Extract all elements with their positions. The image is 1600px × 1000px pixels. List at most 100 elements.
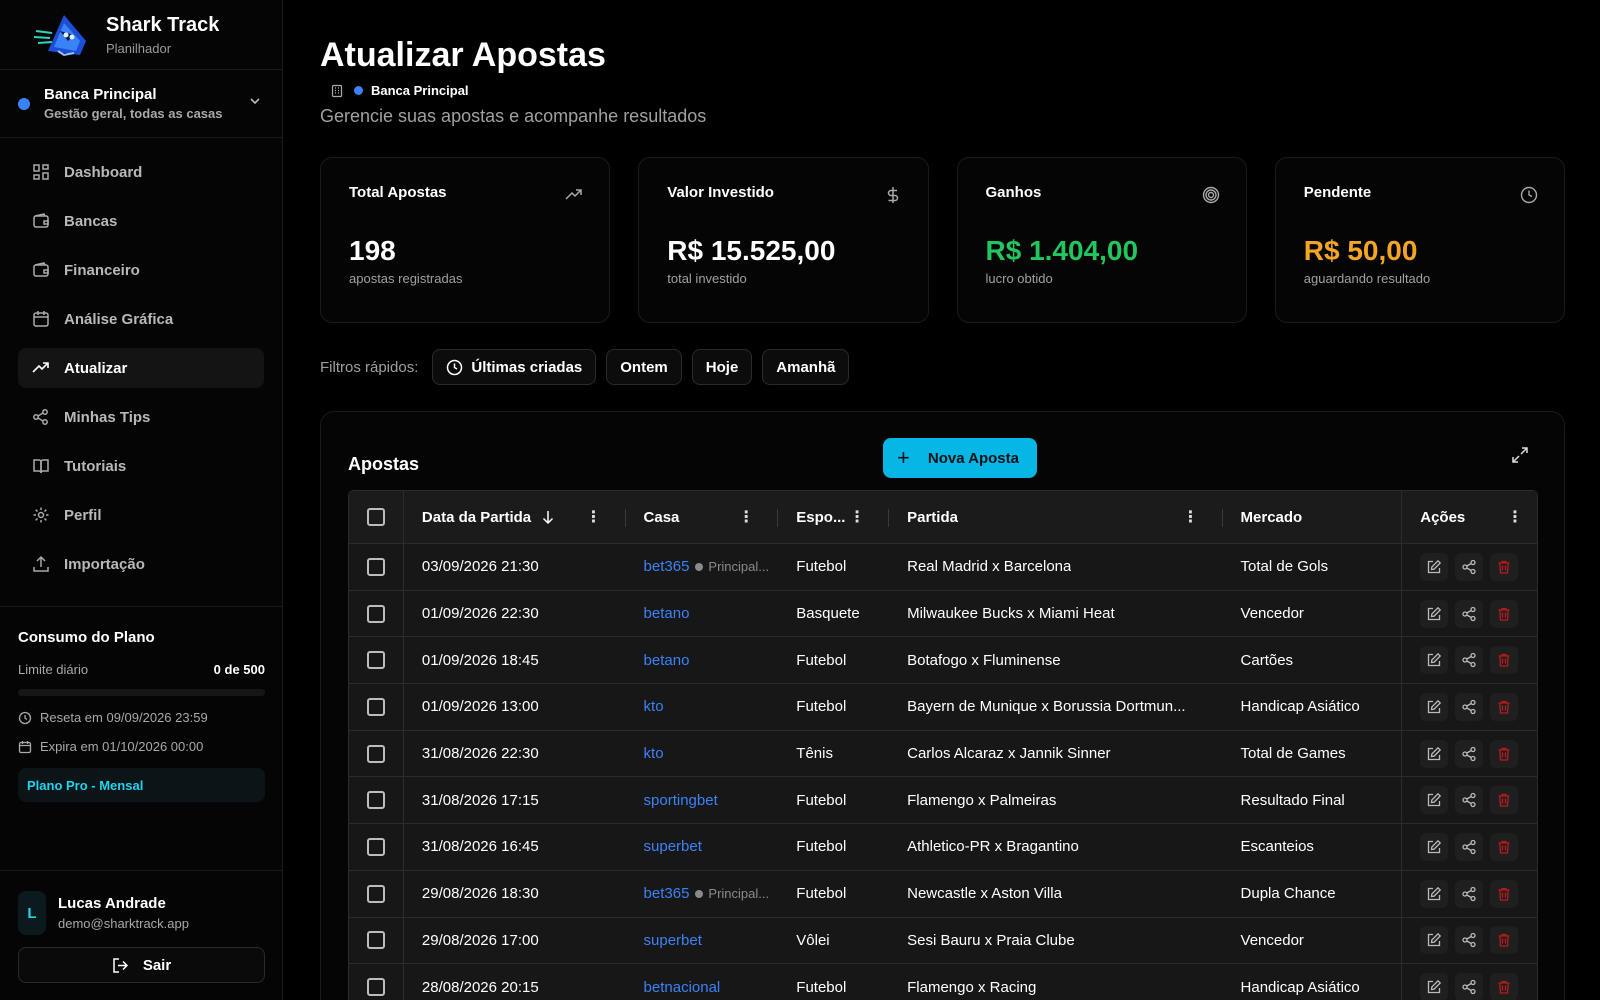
- row-checkbox[interactable]: [366, 744, 385, 763]
- edit-button[interactable]: [1420, 552, 1449, 581]
- edit-button[interactable]: [1420, 692, 1449, 721]
- share-icon: [1462, 933, 1476, 948]
- row-checkbox[interactable]: [366, 931, 385, 950]
- select-all-checkbox[interactable]: [366, 508, 385, 526]
- share-button[interactable]: [1455, 926, 1484, 955]
- table-row[interactable]: 01/09/2026 22:30 betano Basquete Milwauk…: [349, 590, 1537, 638]
- filter-chip-ontem[interactable]: Ontem: [606, 349, 682, 385]
- share-button[interactable]: [1455, 973, 1484, 1000]
- column-menu-icon[interactable]: ⋮: [849, 507, 865, 527]
- new-bet-button[interactable]: + Nova Aposta: [883, 438, 1037, 478]
- row-checkbox[interactable]: [366, 651, 385, 670]
- delete-button[interactable]: [1490, 973, 1519, 1000]
- edit-button[interactable]: [1420, 599, 1449, 628]
- row-checkbox[interactable]: [366, 604, 385, 623]
- row-checkbox[interactable]: [366, 557, 385, 576]
- col-header-esporte[interactable]: Espo... ⋮: [778, 491, 890, 543]
- sidebar-item-minhas-tips[interactable]: Minhas Tips: [18, 397, 264, 437]
- edit-button[interactable]: [1420, 739, 1449, 768]
- col-header-mercado[interactable]: Mercado: [1223, 491, 1403, 543]
- sidebar-item-financeiro[interactable]: Financeiro: [18, 250, 264, 290]
- delete-button[interactable]: [1490, 926, 1519, 955]
- table-row[interactable]: 29/08/2026 17:00 superbet Vôlei Sesi Bau…: [349, 917, 1537, 965]
- casa-link[interactable]: betano: [644, 652, 690, 669]
- share-icon: [1462, 746, 1476, 761]
- sidebar-item-dashboard[interactable]: Dashboard: [18, 152, 264, 192]
- row-checkbox[interactable]: [366, 884, 385, 903]
- brand[interactable]: Shark Track Planilhador: [0, 0, 282, 70]
- row-checkbox[interactable]: [366, 697, 385, 716]
- column-menu-icon[interactable]: ⋮: [586, 507, 602, 527]
- edit-icon: [1428, 886, 1442, 900]
- share-button[interactable]: [1455, 786, 1484, 815]
- trash-icon: [1498, 560, 1510, 574]
- table-row[interactable]: 31/08/2026 22:30 kto Tênis Carlos Alcara…: [349, 730, 1537, 778]
- share-button[interactable]: [1455, 739, 1484, 768]
- filter-chip-hoje[interactable]: Hoje: [691, 349, 753, 385]
- avatar[interactable]: L: [18, 891, 46, 935]
- col-header-date[interactable]: Data da Partida ⋮: [404, 491, 626, 543]
- sidebar-item-analise-grafica[interactable]: Análise Gráfica: [18, 299, 264, 339]
- delete-button[interactable]: [1490, 552, 1519, 581]
- table-row[interactable]: 01/09/2026 18:45 betano Futebol Botafogo…: [349, 637, 1537, 685]
- bank-selector[interactable]: Banca Principal Gestão geral, todas as c…: [0, 70, 282, 138]
- share-button[interactable]: [1455, 692, 1484, 721]
- column-menu-icon[interactable]: ⋮: [1183, 507, 1199, 527]
- casa-link[interactable]: kto: [644, 698, 664, 715]
- share-button[interactable]: [1455, 879, 1484, 908]
- delete-button[interactable]: [1490, 786, 1519, 815]
- delete-button[interactable]: [1490, 646, 1519, 675]
- plan-badge[interactable]: Plano Pro - Mensal: [18, 768, 265, 802]
- edit-button[interactable]: [1420, 832, 1449, 861]
- filter-chip-ultimas-criadas[interactable]: Últimas criadas: [432, 349, 597, 385]
- row-checkbox[interactable]: [366, 791, 385, 810]
- delete-button[interactable]: [1490, 599, 1519, 628]
- delete-button[interactable]: [1490, 739, 1519, 768]
- edit-icon: [1428, 699, 1442, 714]
- sidebar-item-perfil[interactable]: Perfil: [18, 495, 264, 535]
- casa-link[interactable]: bet365: [644, 885, 690, 902]
- delete-button[interactable]: [1490, 692, 1519, 721]
- stat-card-note: aguardando resultado: [1303, 271, 1431, 286]
- casa-link[interactable]: betnacional: [644, 979, 721, 996]
- expand-icon[interactable]: [1511, 446, 1529, 464]
- sidebar-item-bancas[interactable]: Bancas: [18, 201, 264, 241]
- delete-button[interactable]: [1490, 879, 1519, 908]
- edit-button[interactable]: [1420, 973, 1449, 1000]
- col-header-casa[interactable]: Casa ⋮: [626, 491, 779, 543]
- plan-usage: Consumo do Plano Limite diário 0 de 500 …: [0, 606, 283, 802]
- column-menu-icon[interactable]: ⋮: [1507, 507, 1523, 527]
- logout-button[interactable]: Sair: [18, 947, 265, 983]
- edit-button[interactable]: [1420, 786, 1449, 815]
- table-row[interactable]: 29/08/2026 18:30 bet365 Principal... Fut…: [349, 870, 1537, 918]
- sidebar-item-importacao[interactable]: Importação: [18, 544, 264, 584]
- sort-down-icon[interactable]: [541, 510, 555, 524]
- casa-link[interactable]: betano: [644, 605, 690, 622]
- table-row[interactable]: 03/09/2026 21:30 bet365 Principal... Fut…: [349, 544, 1537, 591]
- edit-button[interactable]: [1420, 646, 1449, 675]
- row-checkbox[interactable]: [366, 978, 385, 997]
- share-button[interactable]: [1455, 552, 1484, 581]
- table-row[interactable]: 31/08/2026 17:15 sportingbet Futebol Fla…: [349, 777, 1537, 825]
- casa-link[interactable]: bet365: [644, 558, 690, 575]
- column-menu-icon[interactable]: ⋮: [738, 507, 754, 527]
- share-button[interactable]: [1455, 599, 1484, 628]
- sidebar-item-atualizar[interactable]: Atualizar: [18, 348, 264, 388]
- plan-usage-bar: [18, 689, 265, 696]
- delete-button[interactable]: [1490, 832, 1519, 861]
- edit-button[interactable]: [1420, 879, 1449, 908]
- filter-chip-amanha[interactable]: Amanhã: [762, 349, 850, 385]
- share-button[interactable]: [1455, 646, 1484, 675]
- casa-link[interactable]: superbet: [644, 838, 702, 855]
- casa-link[interactable]: superbet: [644, 932, 702, 949]
- row-checkbox[interactable]: [366, 837, 385, 856]
- col-header-partida[interactable]: Partida ⋮: [889, 491, 1223, 543]
- sidebar-item-tutoriais[interactable]: Tutoriais: [18, 446, 264, 486]
- table-row[interactable]: 31/08/2026 16:45 superbet Futebol Athlet…: [349, 824, 1537, 871]
- table-row[interactable]: 28/08/2026 20:15 betnacional Futebol Fla…: [349, 964, 1537, 1000]
- edit-button[interactable]: [1420, 926, 1449, 955]
- share-button[interactable]: [1455, 832, 1484, 861]
- casa-link[interactable]: sportingbet: [644, 792, 718, 809]
- casa-link[interactable]: kto: [644, 745, 664, 762]
- table-row[interactable]: 01/09/2026 13:00 kto Futebol Bayern de M…: [349, 684, 1537, 731]
